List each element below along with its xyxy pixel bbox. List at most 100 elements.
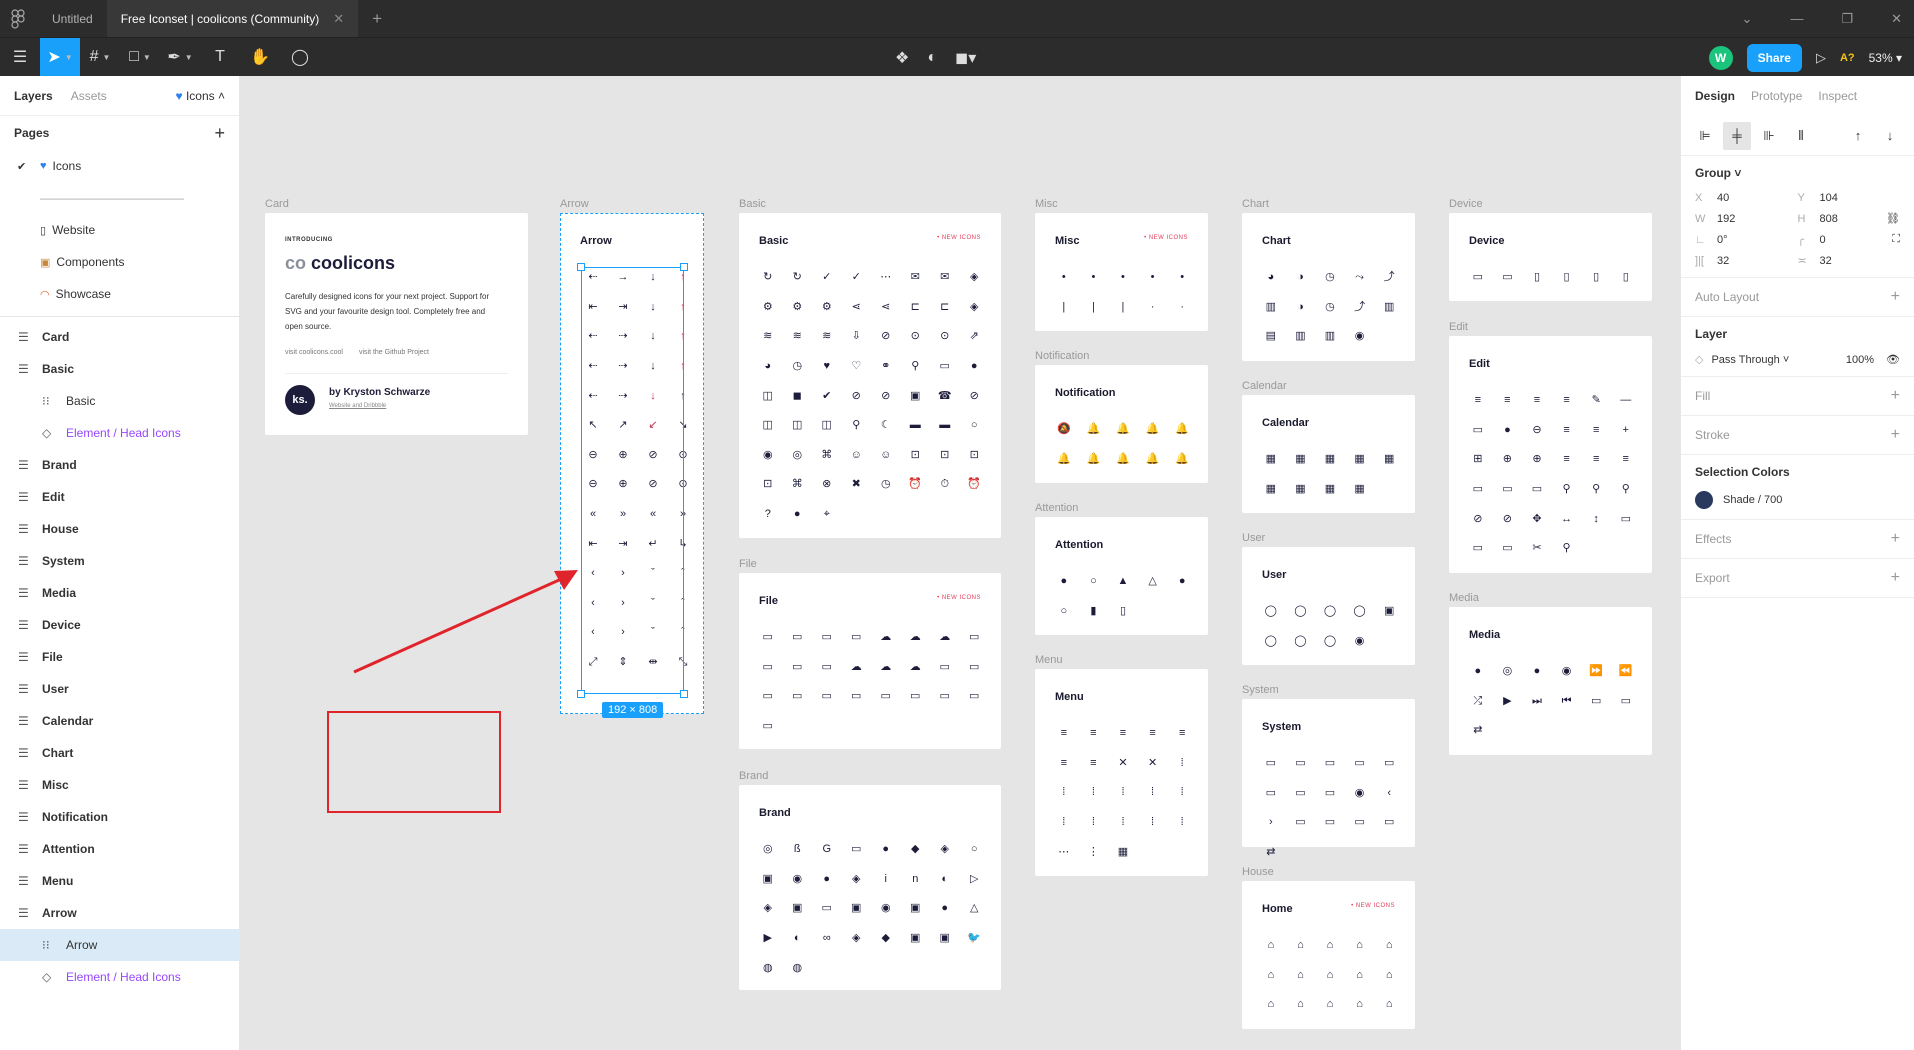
media-preview-icon[interactable]: ◉ <box>1552 657 1582 687</box>
edit-preview-icon[interactable]: ● <box>1493 416 1523 446</box>
user-preview-icon[interactable]: ◯ <box>1256 627 1286 657</box>
user-preview-icon[interactable]: ◯ <box>1345 597 1375 627</box>
basic-preview-icon[interactable]: ✓ <box>812 263 842 293</box>
menu-preview-icon[interactable]: ≡ <box>1079 719 1109 749</box>
edit-preview-icon[interactable]: ⚲ <box>1581 475 1611 505</box>
menu-preview-icon[interactable]: ≡ <box>1079 749 1109 779</box>
move-tool[interactable]: ➤ ▼ <box>40 37 80 77</box>
brand-preview-icon[interactable]: ▷ <box>960 865 990 895</box>
brand-preview-icon[interactable]: ○ <box>960 835 990 865</box>
file-preview-icon[interactable]: ▭ <box>783 682 813 712</box>
file-preview-icon[interactable]: ▭ <box>960 623 990 653</box>
page-item-components[interactable]: ▣ Components <box>0 246 239 278</box>
notification-preview-icon[interactable]: 🔔 <box>1108 445 1138 475</box>
attention-preview-icon[interactable]: ● <box>1049 567 1079 597</box>
file-preview-icon[interactable]: ☁ <box>901 653 931 683</box>
calendar-preview-icon[interactable]: ▦ <box>1315 475 1345 505</box>
media-preview-icon[interactable]: ⇄ <box>1463 716 1493 746</box>
edit-preview-icon[interactable]: ≡ <box>1552 386 1582 416</box>
file-preview-icon[interactable]: ▭ <box>930 682 960 712</box>
notification-preview-icon[interactable]: 🔔 <box>1079 415 1109 445</box>
frame-label-system[interactable]: System <box>1242 684 1279 696</box>
edit-preview-icon[interactable]: ✥ <box>1522 504 1552 534</box>
brand-preview-icon[interactable]: ◍ <box>753 953 783 983</box>
brand-preview-icon[interactable]: ◈ <box>753 894 783 924</box>
calendar-preview-icon[interactable]: ▦ <box>1374 445 1404 475</box>
basic-preview-icon[interactable]: ⏱ <box>930 470 960 500</box>
calendar-preview-icon[interactable]: ▦ <box>1286 445 1316 475</box>
add-auto-layout-icon[interactable]: + <box>1891 288 1900 306</box>
frame-label-house[interactable]: House <box>1242 866 1274 878</box>
brand-preview-icon[interactable]: ▭ <box>812 894 842 924</box>
chart-preview-icon[interactable]: ⤳ <box>1345 263 1375 293</box>
media-preview-icon[interactable]: ⤮ <box>1463 687 1493 717</box>
frame-label-arrow[interactable]: Arrow <box>560 198 589 210</box>
edit-preview-icon[interactable]: ▭ <box>1463 475 1493 505</box>
misc-preview-icon[interactable]: | <box>1108 293 1138 323</box>
edit-preview-icon[interactable]: ▭ <box>1611 504 1641 534</box>
file-preview-icon[interactable]: ▭ <box>930 653 960 683</box>
calendar-preview-icon[interactable]: ▦ <box>1256 445 1286 475</box>
file-preview-icon[interactable]: ▭ <box>842 623 872 653</box>
misc-preview-icon[interactable]: | <box>1049 293 1079 323</box>
device-preview-icon[interactable]: ▯ <box>1522 263 1552 293</box>
file-preview-icon[interactable]: ▭ <box>960 653 990 683</box>
house-frame[interactable]: Home • NEW ICONS ⌂ ⌂ ⌂ ⌂ ⌂ ⌂ ⌂ ⌂ ⌂ ⌂ ⌂ ⌂ ⌂ ⌂ ⌂ <box>1242 881 1415 1029</box>
basic-preview-icon[interactable]: ● <box>783 500 813 530</box>
house-preview-icon[interactable]: ⌂ <box>1256 990 1286 1020</box>
layer-item-element-head-icons[interactable]: ◇ Element / Head Icons <box>0 417 239 449</box>
edit-preview-icon[interactable]: ≡ <box>1463 386 1493 416</box>
h-field[interactable]: H 808 ⛓ <box>1798 212 1901 226</box>
edit-preview-icon[interactable]: ▭ <box>1522 475 1552 505</box>
system-preview-icon[interactable]: ▭ <box>1315 779 1345 809</box>
menu-preview-icon[interactable]: ⋯ <box>1049 837 1079 867</box>
misc-preview-icon[interactable]: • <box>1079 263 1109 293</box>
user-frame[interactable]: User ◯ ◯ ◯ ◯ ▣ ◯ ◯ ◯ ◉ <box>1242 547 1415 665</box>
basic-preview-icon[interactable]: ◷ <box>783 352 813 382</box>
edit-preview-icon[interactable]: ⊞ <box>1463 445 1493 475</box>
basic-preview-icon[interactable]: ⌘ <box>783 470 813 500</box>
frame-tool[interactable]: # ▼ <box>80 38 120 77</box>
frame-label-file[interactable]: File <box>739 558 757 570</box>
frame-label-menu[interactable]: Menu <box>1035 654 1063 666</box>
file-preview-icon[interactable]: ☁ <box>842 653 872 683</box>
mask-icon[interactable]: ◐ <box>927 49 937 67</box>
edit-preview-icon[interactable]: ≡ <box>1581 445 1611 475</box>
menu-preview-icon[interactable]: ⁞ <box>1049 778 1079 808</box>
chart-preview-icon[interactable]: ◷ <box>1315 293 1345 323</box>
chart-preview-icon[interactable]: ▤ <box>1256 322 1286 352</box>
basic-preview-icon[interactable]: ⊡ <box>960 441 990 471</box>
notification-preview-icon[interactable]: 🔔 <box>1079 445 1109 475</box>
file-preview-icon[interactable]: ▭ <box>783 653 813 683</box>
device-preview-icon[interactable]: ▯ <box>1581 263 1611 293</box>
resize-handle[interactable] <box>577 690 585 698</box>
basic-preview-icon[interactable]: ⋖ <box>871 293 901 323</box>
layer-item-device[interactable]: ☰ Device <box>0 609 239 641</box>
basic-preview-icon[interactable]: ⚭ <box>871 352 901 382</box>
house-preview-icon[interactable]: ⌂ <box>1286 990 1316 1020</box>
system-preview-icon[interactable]: ◉ <box>1345 779 1375 809</box>
chart-preview-icon[interactable]: ⤴ <box>1374 263 1404 293</box>
basic-preview-icon[interactable]: ⊡ <box>753 470 783 500</box>
brand-preview-icon[interactable]: ▣ <box>930 924 960 954</box>
frame-label-misc[interactable]: Misc <box>1035 198 1058 210</box>
brand-preview-icon[interactable]: ◉ <box>783 865 813 895</box>
expand-icon[interactable]: ⛶ <box>1892 233 1900 246</box>
add-stroke-icon[interactable]: + <box>1891 426 1900 444</box>
frame-label-edit[interactable]: Edit <box>1449 321 1468 333</box>
brand-preview-icon[interactable]: ◆ <box>871 924 901 954</box>
brand-frame[interactable]: Brand ◎ ß G ▭ ● ◆ ◈ ○ ▣ ◉ ● ◈ i n ◐ ▷ ◈ ▣ ▭ ▣ ◉ ▣ ● △ ▶ ◐ ∞ ◈ ◆ ▣ ▣ 🐦 ◍ ◍ <box>739 785 1001 990</box>
device-preview-icon[interactable]: ▭ <box>1463 263 1493 293</box>
system-preview-icon[interactable]: ▭ <box>1286 779 1316 809</box>
file-preview-icon[interactable]: ☁ <box>930 623 960 653</box>
basic-preview-icon[interactable]: ○ <box>960 411 990 441</box>
basic-preview-icon[interactable]: ▭ <box>930 352 960 382</box>
file-preview-icon[interactable]: ▭ <box>753 682 783 712</box>
media-frame[interactable]: Media ● ◎ ● ◉ ⏩ ⏪ ⤮ ▶ ⏭ ⏮ ▭ ▭ ⇄ <box>1449 607 1652 755</box>
edit-preview-icon[interactable]: ▭ <box>1493 475 1523 505</box>
chart-preview-icon[interactable]: ▥ <box>1256 293 1286 323</box>
add-fill-icon[interactable]: + <box>1891 387 1900 405</box>
basic-preview-icon[interactable]: ✔ <box>812 381 842 411</box>
tab-layers[interactable]: Layers <box>14 89 53 103</box>
brand-preview-icon[interactable]: i <box>871 865 901 895</box>
